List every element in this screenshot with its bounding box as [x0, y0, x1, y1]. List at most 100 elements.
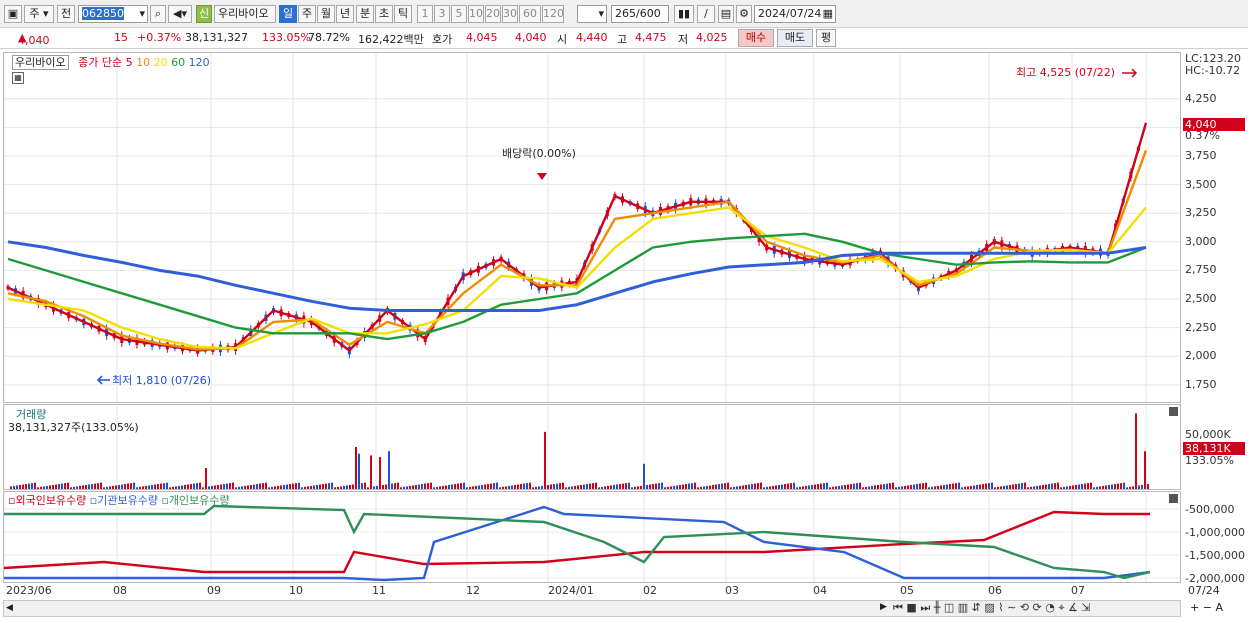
volume-bar	[451, 484, 453, 489]
step-dropdown[interactable]: ▾	[577, 5, 607, 23]
date-input[interactable]: 2024/07/24 ▦	[754, 5, 836, 23]
volume-bar	[1138, 485, 1140, 489]
scroll-left-icon[interactable]: ◀	[6, 603, 13, 613]
period-6-button[interactable]: 틱	[394, 5, 412, 23]
volume-bar	[700, 486, 702, 489]
stop-icon[interactable]: ■	[906, 601, 916, 614]
period-1-button[interactable]: 주	[298, 5, 316, 23]
gear-icon[interactable]: ⚙	[736, 5, 752, 23]
zoom-in-icon[interactable]: +	[1190, 601, 1199, 614]
eval-button[interactable]: 평	[816, 29, 836, 47]
volume-bar	[1006, 485, 1008, 489]
volume-bar	[664, 487, 666, 489]
volume-bar	[634, 486, 636, 489]
step-10-button[interactable]: 10	[468, 5, 484, 23]
quote-bar: 4,040 ▲ 15 +0.37% 38,131,327 133.05% 78.…	[0, 28, 1248, 49]
ma-line-5	[7, 122, 1148, 352]
volume-bar	[481, 484, 483, 489]
chevron-down-icon[interactable]: ▾	[139, 6, 145, 22]
volume-bar	[556, 483, 558, 489]
volume-bar	[529, 482, 531, 489]
nav-controls[interactable]: ⏮ ■ ⏭ ╫ ◫ ▥ ⇵ ▨ ⌇ ∼ ⟲ ⟳ ◔ ⌖ ∡ ⇲	[893, 601, 1091, 615]
volume-bar	[763, 487, 765, 489]
volume-bar	[127, 483, 129, 489]
scroll-right-icon[interactable]: ▶	[880, 602, 887, 612]
period-2-button[interactable]: 월	[317, 5, 335, 23]
speaker-icon[interactable]: ◀▾	[168, 5, 192, 23]
volume-bar	[685, 484, 687, 489]
volume-bar	[934, 486, 936, 489]
volume-bar	[910, 484, 912, 489]
zoom-controls[interactable]: + − A	[1190, 601, 1223, 614]
volume-bar	[325, 483, 327, 489]
volume-bar	[25, 484, 27, 489]
volume-bar	[913, 484, 915, 489]
period-4-button[interactable]: 분	[356, 5, 374, 23]
close-icon[interactable]	[1169, 494, 1178, 503]
code-input[interactable]: 062850 ▾	[78, 5, 148, 23]
volume-bar	[1114, 484, 1116, 489]
zoom-out-icon[interactable]: −	[1203, 601, 1212, 614]
volume-bar	[301, 487, 303, 489]
volume-bar	[610, 485, 612, 489]
x-tick: 12	[466, 584, 480, 597]
step-60-button[interactable]: 60	[519, 5, 541, 23]
save-icon[interactable]: ▤	[718, 5, 734, 23]
auto-icon[interactable]: A	[1215, 601, 1223, 614]
table-icon[interactable]: ▦	[12, 72, 24, 84]
holdings-tick: -1,000,000	[1185, 526, 1245, 539]
volume-bar	[124, 484, 126, 489]
volume-bar	[82, 485, 84, 489]
volume-bar	[466, 487, 468, 489]
step-20-button[interactable]: 20	[485, 5, 501, 23]
sell-button[interactable]: 매도	[777, 29, 813, 47]
volume-bar	[1060, 487, 1062, 489]
count-input[interactable]: 265/600	[611, 5, 669, 23]
candle-icon[interactable]: ▮▮	[674, 5, 694, 23]
step-5-button[interactable]: 5	[451, 5, 467, 23]
volume-bar	[52, 484, 54, 489]
calendar-icon[interactable]: ▦	[823, 6, 833, 22]
volume-bar	[658, 483, 660, 489]
volume-bar	[310, 485, 312, 489]
line-tool-icon[interactable]: ∕	[697, 5, 715, 23]
volume-bar	[859, 482, 861, 489]
volume-axis-label: 50,000K	[1185, 428, 1231, 441]
window-icon[interactable]: ▣	[4, 5, 22, 23]
volume-bar	[490, 483, 492, 489]
volume-value: 38,131,327	[185, 31, 248, 44]
volume-bar	[904, 485, 906, 489]
x-tick: 08	[113, 584, 127, 597]
volume-bar	[1117, 483, 1119, 489]
high-label: 고	[617, 33, 628, 46]
last-icon[interactable]: ⏭	[920, 601, 930, 614]
step-1-button[interactable]: 1	[417, 5, 433, 23]
step-30-button[interactable]: 30	[502, 5, 518, 23]
volume-chart	[3, 405, 1149, 489]
volume-bar	[532, 487, 534, 489]
buy-button[interactable]: 매수	[738, 29, 774, 47]
step-120-button[interactable]: 120	[542, 5, 564, 23]
search-icon[interactable]: ⌕	[150, 5, 166, 23]
volume-bar	[241, 486, 243, 489]
volume-bar	[745, 484, 747, 489]
stock-name[interactable]: 우리바이오	[214, 5, 276, 23]
volume-bar	[142, 486, 144, 489]
period-5-button[interactable]: 초	[375, 5, 393, 23]
volume-bar	[136, 487, 138, 489]
volume-bar	[1042, 484, 1044, 489]
period-0-button[interactable]: 일	[279, 5, 297, 23]
tools-icon[interactable]: ╫ ◫ ▥ ⇵ ▨ ⌇ ∼ ⟲ ⟳ ◔ ⌖ ∡ ⇲	[934, 601, 1091, 614]
step-3-button[interactable]: 3	[434, 5, 450, 23]
period-3-button[interactable]: 년	[336, 5, 354, 23]
first-icon[interactable]: ⏮	[893, 601, 903, 614]
close-icon[interactable]	[1169, 407, 1178, 416]
volume-bar	[541, 485, 543, 489]
type2-button[interactable]: 전	[57, 5, 75, 23]
chevron-down-icon: ▾	[598, 7, 604, 20]
volume-bar	[985, 483, 987, 489]
volume-bar	[58, 484, 60, 489]
volume-bar	[961, 487, 963, 489]
volume-bar	[865, 486, 867, 489]
type1-select[interactable]: 주 ▾	[24, 5, 54, 23]
